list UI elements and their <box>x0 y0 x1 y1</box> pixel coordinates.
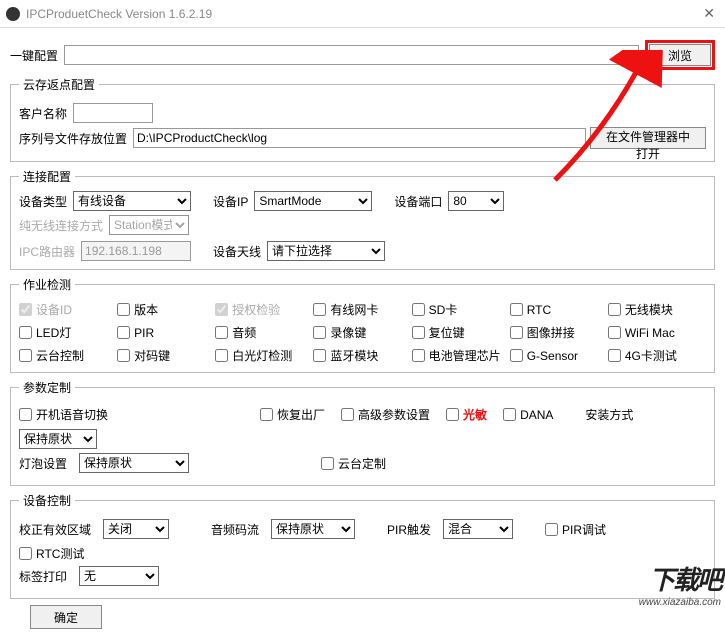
conn-legend: 连接配置 <box>19 168 75 185</box>
pir-trig-label: PIR触发 <box>387 521 431 538</box>
job-check-20[interactable]: 4G卡测试 <box>608 347 706 364</box>
antenna-label: 设备天线 <box>213 243 261 260</box>
job-check-6[interactable]: 无线模块 <box>608 301 706 318</box>
calib-area-label: 校正有效区域 <box>19 521 91 538</box>
cloud-legend: 云存返点配置 <box>19 76 99 93</box>
device-ip-select[interactable]: SmartMode <box>254 191 372 211</box>
boot-voice-check[interactable]: 开机语音切换 <box>19 406 108 423</box>
install-mode-label: 安装方式 <box>585 406 633 423</box>
device-port-label: 设备端口 <box>394 193 442 210</box>
device-ip-label: 设备IP <box>213 193 248 210</box>
install-mode-select[interactable]: 保持原状 <box>19 429 97 449</box>
browse-button[interactable]: 浏览 <box>649 44 711 66</box>
snpath-label: 序列号文件存放位置 <box>19 130 127 147</box>
job-check-0: 设备ID <box>19 301 117 318</box>
device-port-select[interactable]: 80 <box>448 191 504 211</box>
job-check-2: 授权检验 <box>215 301 313 318</box>
one-key-input[interactable] <box>64 45 639 65</box>
job-check-7[interactable]: LED灯 <box>19 324 117 341</box>
ipc-router-input <box>81 241 191 261</box>
job-check-15[interactable]: 对码键 <box>117 347 215 364</box>
job-check-11[interactable]: 复位键 <box>412 324 510 341</box>
job-check-1[interactable]: 版本 <box>117 301 215 318</box>
rtc-test-check[interactable]: RTC测试 <box>19 545 84 562</box>
browse-highlight: 浏览 <box>645 40 715 70</box>
params-legend: 参数定制 <box>19 379 75 396</box>
params-fieldset: 参数定制 开机语音切换 恢复出厂 高级参数设置 光敏 DANA 安装方式 保持原… <box>10 379 715 486</box>
job-check-3[interactable]: 有线网卡 <box>313 301 411 318</box>
label-print-select[interactable]: 无 <box>79 566 159 586</box>
calib-area-select[interactable]: 关闭 <box>103 519 169 539</box>
one-key-label: 一键配置 <box>10 47 58 64</box>
bitrate-label: 音频码流 <box>211 521 259 538</box>
snpath-input[interactable] <box>133 128 586 148</box>
light-check[interactable]: 光敏 <box>446 406 487 423</box>
antenna-select[interactable]: 请下拉选择 <box>267 241 385 261</box>
job-fieldset: 作业检测 设备ID版本授权检验有线网卡SD卡RTC无线模块 LED灯PIR音频录像… <box>10 276 715 373</box>
device-type-label: 设备类型 <box>19 193 67 210</box>
watermark: 下载吧 www.xiazaiba.com <box>639 560 721 608</box>
wifi-mode-label: 纯无线连接方式 <box>19 217 103 234</box>
bulb-label: 灯泡设置 <box>19 455 67 472</box>
job-legend: 作业检测 <box>19 276 75 293</box>
job-check-14[interactable]: 云台控制 <box>19 347 117 364</box>
job-check-18[interactable]: 电池管理芯片 <box>412 347 510 364</box>
customer-label: 客户名称 <box>19 105 67 122</box>
ipc-router-label: IPC路由器 <box>19 243 75 260</box>
job-check-17[interactable]: 蓝牙模块 <box>313 347 411 364</box>
job-check-10[interactable]: 录像键 <box>313 324 411 341</box>
devctrl-fieldset: 设备控制 校正有效区域 关闭 音频码流 保持原状 PIR触发 混合 PIR调试 … <box>10 492 715 599</box>
bitrate-select[interactable]: 保持原状 <box>271 519 355 539</box>
job-check-8[interactable]: PIR <box>117 324 215 341</box>
devctrl-legend: 设备控制 <box>19 492 75 509</box>
conn-fieldset: 连接配置 设备类型 有线设备 设备IP SmartMode 设备端口 80 纯无… <box>10 168 715 270</box>
window-title: IPCProduetCheck Version 1.6.2.19 <box>26 7 212 21</box>
open-explorer-button[interactable]: 在文件管理器中打开 <box>590 127 706 149</box>
pir-debug-check[interactable]: PIR调试 <box>545 521 606 538</box>
ok-button[interactable]: 确定 <box>30 605 102 629</box>
titlebar: IPCProduetCheck Version 1.6.2.19 ✕ <box>0 0 725 28</box>
app-icon <box>6 7 20 21</box>
cloud-fieldset: 云存返点配置 客户名称 序列号文件存放位置 在文件管理器中打开 <box>10 76 715 162</box>
restore-check[interactable]: 恢复出厂 <box>260 406 325 423</box>
bulb-select[interactable]: 保持原状 <box>79 453 189 473</box>
job-check-12[interactable]: 图像拼接 <box>510 324 608 341</box>
one-key-row: 一键配置 浏览 <box>10 40 715 70</box>
wifi-mode-select: Station模式 <box>109 215 189 235</box>
pir-trig-select[interactable]: 混合 <box>443 519 513 539</box>
job-check-5[interactable]: RTC <box>510 301 608 318</box>
close-icon[interactable]: ✕ <box>699 5 719 22</box>
device-type-select[interactable]: 有线设备 <box>73 191 191 211</box>
adv-param-check[interactable]: 高级参数设置 <box>341 406 430 423</box>
job-check-19[interactable]: G-Sensor <box>510 347 608 364</box>
job-check-9[interactable]: 音频 <box>215 324 313 341</box>
dana-check[interactable]: DANA <box>503 408 553 422</box>
job-check-13[interactable]: WiFi Mac <box>608 324 706 341</box>
job-check-4[interactable]: SD卡 <box>412 301 510 318</box>
label-print-label: 标签打印 <box>19 568 67 585</box>
ptz-custom-check[interactable]: 云台定制 <box>321 455 386 472</box>
customer-input[interactable] <box>73 103 153 123</box>
job-check-16[interactable]: 白光灯检测 <box>215 347 313 364</box>
